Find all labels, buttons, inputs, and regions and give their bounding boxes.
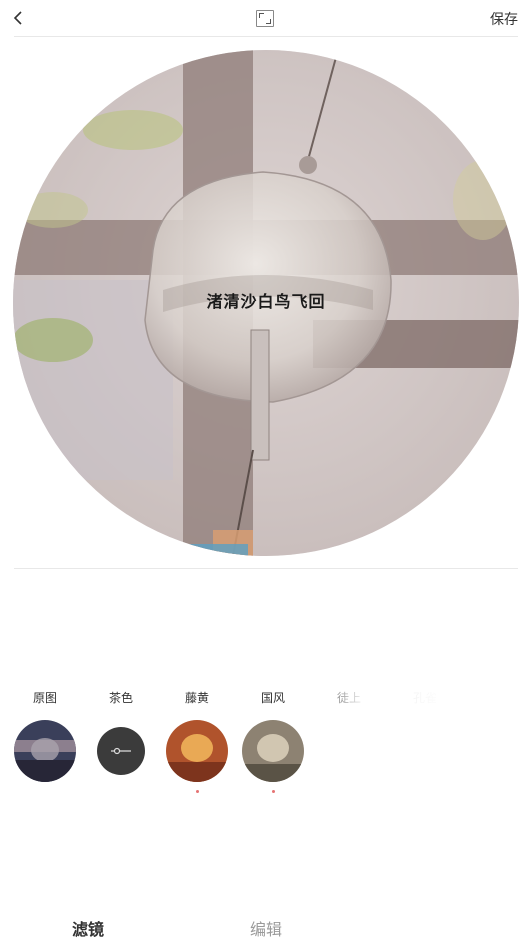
back-button[interactable] xyxy=(8,6,28,30)
crop-corner-icon xyxy=(266,19,271,24)
preview-divider xyxy=(14,568,518,569)
active-indicator-dot xyxy=(195,790,199,793)
filter-tea[interactable]: 茶色 xyxy=(89,690,153,775)
crop-button[interactable] xyxy=(256,10,274,27)
filter-thumbnail xyxy=(166,720,228,782)
bottom-tab-bar: 滤镜 编辑 xyxy=(0,912,532,946)
filter-gamboge[interactable]: 藤黄 xyxy=(165,690,229,793)
top-bar: 保存 xyxy=(0,0,532,36)
photo-overlay-text[interactable]: 渚清沙白鸟飞回 xyxy=(13,288,519,312)
filter-thumbnail xyxy=(14,720,76,782)
tab-filter[interactable]: 滤镜 xyxy=(72,916,104,940)
filter-thumbnail xyxy=(242,720,304,782)
top-divider xyxy=(14,36,518,37)
filter-label: 藤黄 xyxy=(184,691,209,705)
filter-thumbnail xyxy=(97,727,145,775)
filter-original[interactable]: 原图 xyxy=(13,690,77,782)
chevron-left-icon xyxy=(13,11,22,25)
active-indicator-dot xyxy=(271,790,275,793)
filter-label: 原图 xyxy=(32,691,57,705)
filter-guofeng[interactable]: 国风 xyxy=(241,690,305,793)
crop-corner-icon xyxy=(259,13,264,18)
tab-edit[interactable]: 编辑 xyxy=(250,916,282,940)
filter-strip-fade-overlay xyxy=(318,690,532,800)
filter-label: 茶色 xyxy=(108,691,133,705)
photo-preview[interactable]: 渚清沙白鸟飞回 xyxy=(13,50,519,556)
filter-label: 国风 xyxy=(260,691,285,705)
save-button[interactable]: 保存 xyxy=(490,9,518,29)
